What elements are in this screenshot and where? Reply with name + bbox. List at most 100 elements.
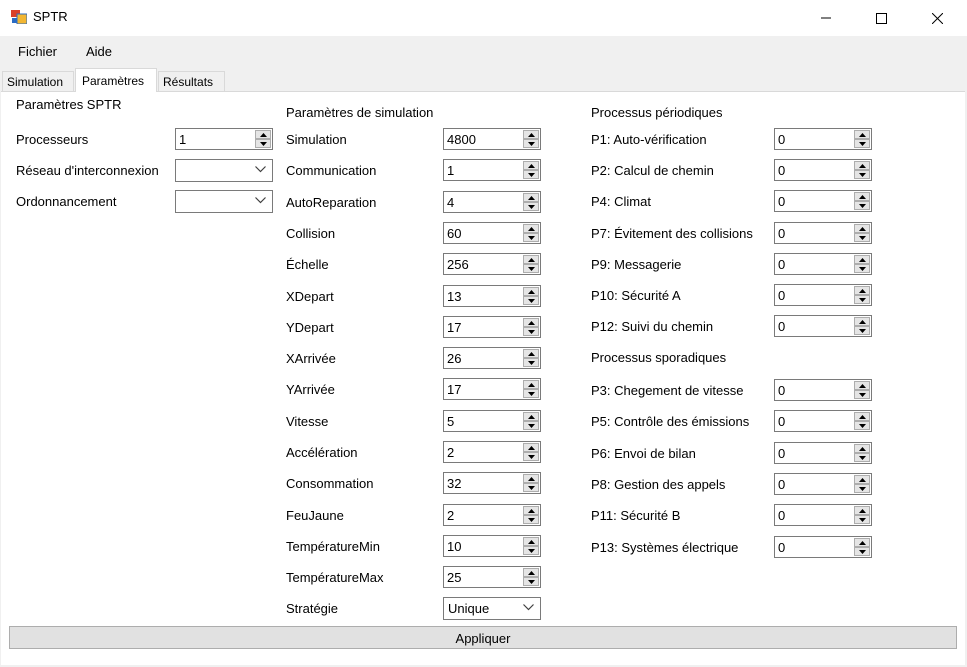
sporadique-spin[interactable]: 0: [774, 504, 872, 527]
simulation-param-spin[interactable]: 32: [443, 472, 541, 495]
spin-down-button[interactable]: [854, 326, 870, 336]
spin-up-button[interactable]: [523, 474, 539, 484]
sporadique-spin[interactable]: 0: [774, 379, 872, 401]
simulation-param-spin[interactable]: 25: [443, 566, 541, 589]
periodique-spin[interactable]: 0: [774, 315, 872, 338]
spin-up-button[interactable]: [854, 317, 870, 327]
spin-up-button[interactable]: [523, 317, 539, 327]
reseau-combo[interactable]: [175, 159, 273, 182]
spin-down-button[interactable]: [523, 326, 539, 336]
spin-down-button[interactable]: [854, 170, 870, 180]
spin-up-button[interactable]: [523, 536, 539, 546]
spin-up-button[interactable]: [854, 506, 870, 516]
spin-up-button[interactable]: [523, 192, 539, 202]
spin-up-button[interactable]: [255, 130, 271, 139]
spin-down-button[interactable]: [523, 389, 539, 399]
spin-down-button[interactable]: [854, 421, 870, 431]
simulation-param-spin[interactable]: 60: [443, 221, 541, 244]
spin-down-button[interactable]: [523, 483, 539, 493]
simulation-param-spin[interactable]: 2: [443, 441, 541, 463]
spin-down-button[interactable]: [854, 263, 870, 273]
periodique-spin[interactable]: 0: [774, 159, 872, 182]
spin-down-button[interactable]: [854, 546, 870, 556]
spin-down-button[interactable]: [854, 390, 870, 399]
spin-up-button[interactable]: [523, 130, 539, 139]
spin-up-button[interactable]: [854, 381, 870, 390]
spin-down-button[interactable]: [255, 139, 271, 148]
spin-up-button[interactable]: [523, 411, 539, 421]
spin-up-button[interactable]: [523, 443, 539, 452]
simulation-param-spin[interactable]: 17: [443, 315, 541, 338]
simulation-param-spin[interactable]: 256: [443, 253, 541, 276]
periodique-spin[interactable]: 0: [774, 284, 872, 306]
periodique-spin[interactable]: 0: [774, 190, 872, 213]
minimize-button[interactable]: [803, 0, 849, 36]
spin-up-button[interactable]: [523, 380, 539, 390]
spin-up-button[interactable]: [854, 192, 870, 202]
spin-down-button[interactable]: [523, 545, 539, 555]
spin-up-button[interactable]: [854, 223, 870, 233]
spin-up-button[interactable]: [854, 161, 870, 171]
spin-down-button[interactable]: [523, 139, 539, 148]
sporadique-spin[interactable]: 0: [774, 441, 872, 464]
spin-down-button[interactable]: [854, 483, 870, 493]
spin-down-button[interactable]: [523, 295, 539, 305]
spin-down-button[interactable]: [523, 514, 539, 524]
spin-down-button[interactable]: [854, 232, 870, 242]
spin-down-button[interactable]: [854, 295, 870, 304]
spin-down-button[interactable]: [523, 420, 539, 430]
menu-fichier[interactable]: Fichier: [18, 44, 57, 59]
simulation-param-spin[interactable]: 4: [443, 190, 541, 213]
ordonnancement-combo[interactable]: [175, 190, 273, 213]
spin-down-button[interactable]: [523, 577, 539, 587]
periodique-spin[interactable]: 0: [774, 128, 872, 150]
simulation-param-spin[interactable]: 13: [443, 284, 541, 307]
sporadique-spin[interactable]: 0: [774, 410, 872, 433]
spin-up-button[interactable]: [854, 412, 870, 422]
spin-up-button[interactable]: [523, 568, 539, 578]
reseau-label: Réseau d'interconnexion: [16, 163, 159, 178]
spin-down-button[interactable]: [854, 201, 870, 211]
spin-down-button[interactable]: [854, 139, 870, 148]
close-button[interactable]: [914, 0, 960, 36]
simulation-param-spin[interactable]: 17: [443, 378, 541, 401]
spin-down-button[interactable]: [854, 452, 870, 462]
simulation-param-spin[interactable]: 26: [443, 347, 541, 370]
spin-up-button[interactable]: [854, 443, 870, 453]
simulation-param-spin[interactable]: 5: [443, 409, 541, 432]
spin-up-button[interactable]: [523, 161, 539, 171]
sporadique-spin[interactable]: 0: [774, 535, 872, 558]
spin-down-button[interactable]: [523, 232, 539, 242]
periodique-spin[interactable]: 0: [774, 252, 872, 275]
strategie-combo[interactable]: Unique: [443, 597, 541, 620]
spin-up-button[interactable]: [854, 474, 870, 484]
spin-down-button[interactable]: [523, 201, 539, 211]
tab-resultats[interactable]: Résultats: [158, 71, 225, 92]
spin-down-button[interactable]: [854, 515, 870, 525]
spin-up-button[interactable]: [523, 223, 539, 233]
periodique-spin[interactable]: 0: [774, 221, 872, 244]
spin-down-button[interactable]: [523, 358, 539, 368]
processeurs-spin[interactable]: 1: [175, 128, 273, 150]
spin-up-button[interactable]: [854, 537, 870, 547]
tab-parametres[interactable]: Paramètres: [75, 68, 157, 92]
menu-aide[interactable]: Aide: [86, 44, 112, 59]
sporadique-spin[interactable]: 0: [774, 472, 872, 495]
spin-down-button[interactable]: [523, 264, 539, 274]
spin-down-button[interactable]: [523, 170, 539, 180]
simulation-param-spin[interactable]: 1: [443, 159, 541, 182]
spin-up-button[interactable]: [523, 505, 539, 515]
simulation-param-spin[interactable]: 2: [443, 503, 541, 526]
simulation-param-spin[interactable]: 4800: [443, 128, 541, 150]
tab-simulation[interactable]: Simulation: [2, 71, 74, 92]
spin-up-button[interactable]: [854, 286, 870, 295]
spin-up-button[interactable]: [523, 349, 539, 359]
spin-up-button[interactable]: [854, 130, 870, 139]
spin-down-button[interactable]: [523, 452, 539, 461]
spin-up-button[interactable]: [854, 254, 870, 264]
apply-button[interactable]: Appliquer: [9, 626, 957, 649]
simulation-param-spin[interactable]: 10: [443, 534, 541, 557]
maximize-button[interactable]: [858, 0, 904, 36]
spin-up-button[interactable]: [523, 255, 539, 265]
spin-up-button[interactable]: [523, 286, 539, 296]
